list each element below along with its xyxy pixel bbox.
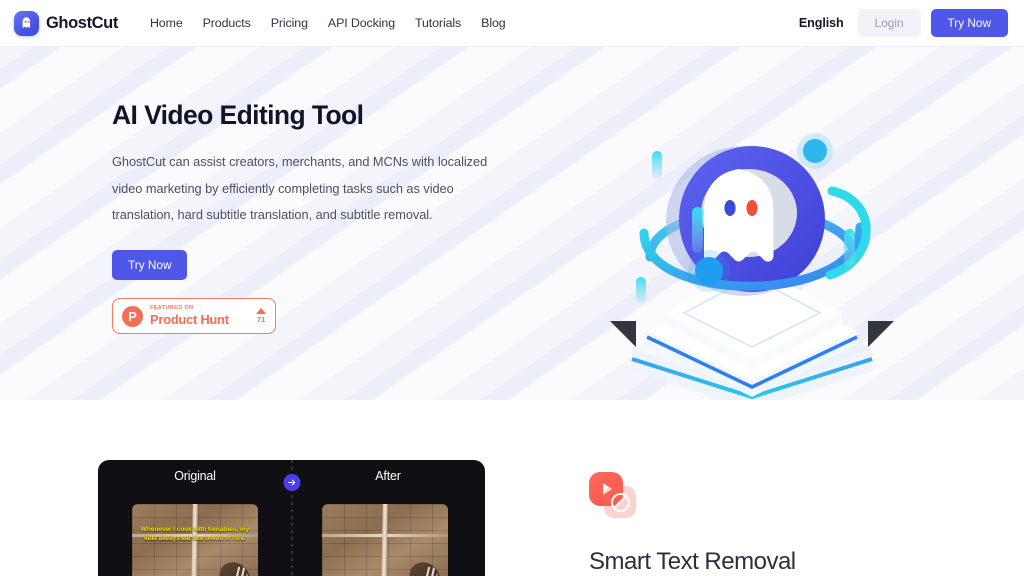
nav-item-home[interactable]: Home (150, 16, 183, 30)
comparison-card: Original After Whenever I cook with toma… (98, 460, 485, 576)
video-after (322, 504, 448, 576)
brand-logo[interactable]: GhostCut (14, 10, 118, 36)
product-hunt-name: Product Hunt (150, 312, 229, 328)
video-original: Whenever I cook with tomatoes, my kids a… (132, 504, 258, 576)
arrow-right-icon[interactable] (283, 474, 300, 491)
site-header: GhostCut Home Products Pricing API Docki… (0, 0, 1024, 47)
nav-item-tutorials[interactable]: Tutorials (415, 16, 461, 30)
hero-section: AI Video Editing Tool GhostCut can assis… (0, 47, 1024, 400)
try-now-nav-button[interactable]: Try Now (930, 9, 1008, 37)
no-entry-icon (604, 486, 636, 518)
comparison-label-original: Original (174, 469, 216, 483)
try-now-hero-button[interactable]: Try Now (112, 250, 188, 281)
hero-copy: AI Video Editing Tool GhostCut can assis… (112, 47, 532, 335)
brand-name: GhostCut (46, 13, 118, 32)
page-title: AI Video Editing Tool (112, 100, 364, 130)
nav-item-api-docking[interactable]: API Docking (328, 16, 395, 30)
product-hunt-vote-count: 71 (256, 315, 266, 325)
ghost-logo-icon (14, 10, 39, 36)
main-nav: Home Products Pricing API Docking Tutori… (150, 16, 506, 30)
features-section: Original After Whenever I cook with toma… (0, 400, 1024, 576)
video-subtitle-text: Whenever I cook with tomatoes, my kids a… (140, 526, 250, 542)
caret-up-icon (256, 308, 266, 315)
nav-item-products[interactable]: Products (203, 16, 251, 30)
login-button[interactable]: Login (857, 9, 921, 37)
product-hunt-icon: P (122, 305, 143, 327)
product-hunt-badge[interactable]: P FEATURED ON Product Hunt 71 (112, 298, 276, 335)
nav-item-blog[interactable]: Blog (481, 16, 506, 30)
nav-item-pricing[interactable]: Pricing (271, 16, 308, 30)
product-hunt-featured-label: FEATURED ON (150, 304, 194, 311)
language-selector[interactable]: English (799, 16, 844, 30)
product-hunt-votes: 71 (256, 308, 266, 324)
hero-description: GhostCut can assist creators, merchants,… (112, 154, 488, 222)
smart-text-removal-title: Smart Text Removal (589, 548, 796, 575)
smart-text-removal-block: Smart Text Removal (589, 472, 949, 576)
header-actions: English Login Try Now (799, 9, 1008, 37)
comparison-label-after: After (375, 469, 401, 483)
video-no-text-icon (589, 472, 643, 526)
